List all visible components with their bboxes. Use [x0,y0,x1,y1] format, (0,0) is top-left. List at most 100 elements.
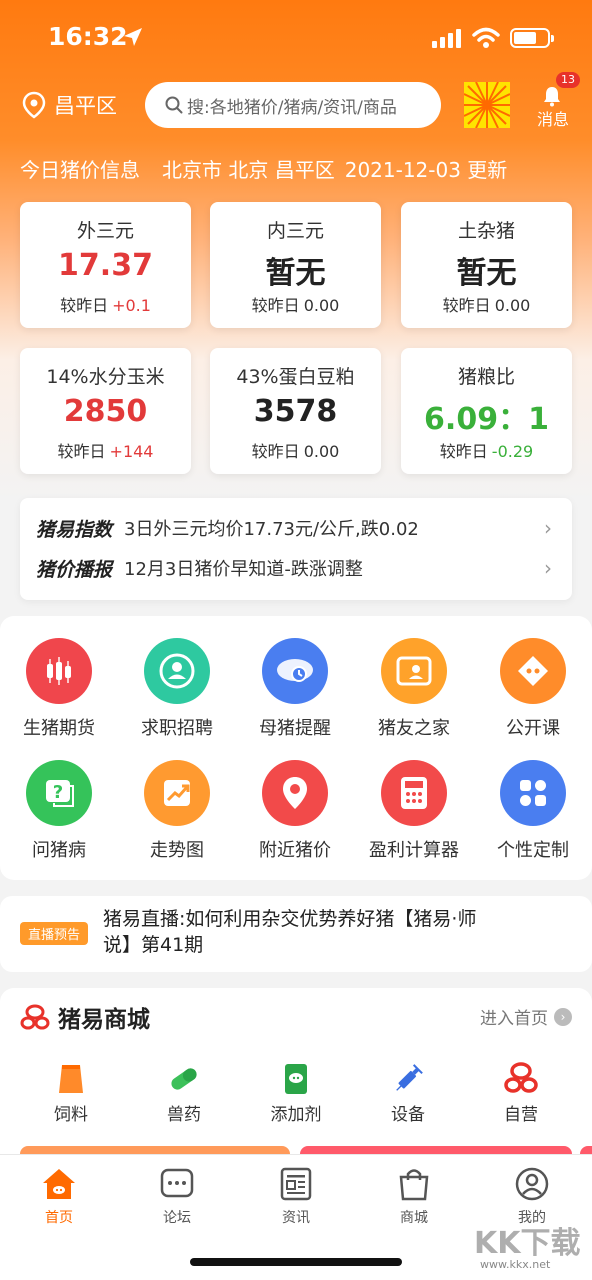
mall-item-label: 添加剂 [270,1105,322,1125]
search-input[interactable]: 搜:各地猪价/猪病/资讯/商品 [145,82,441,128]
status-time: 16:32 [48,22,128,51]
tab-mall[interactable]: 商城 [374,1165,454,1227]
grid-item-nearby-price[interactable]: 附近猪价 [236,760,354,862]
messages-label: 消息 [536,110,569,129]
mall-more-link[interactable]: 进入首页 › [480,1004,572,1029]
card-compare: 较昨日 +0.1 [20,292,191,316]
chevron-right-icon: › [544,516,552,540]
chevron-right-icon: › [544,556,552,580]
function-grid: 生猪期货 求职招聘 母猪提醒 猪友之家 公开课 ? 问猪病 走势图 附近猪价 盈… [0,616,592,880]
candlestick-icon [26,638,92,704]
apps-icon [500,760,566,826]
tab-home[interactable]: 首页 [19,1165,99,1227]
user-icon [492,1165,572,1203]
tab-label: 商城 [400,1210,428,1226]
mall-header: 猪易商城 [20,1000,150,1034]
mall-item-additive[interactable]: 添加剂 [246,1062,346,1125]
trend-icon [144,760,210,826]
compare-delta: 0.00 [303,296,340,315]
grid-item-sow-reminder[interactable]: 母猪提醒 [236,638,354,740]
price-info-line: 今日猪价信息 北京市 北京 昌平区 2021-12-03 更新 [20,154,507,183]
card-value: 暂无 [456,256,517,291]
grid-item-customize[interactable]: 个性定制 [474,760,592,862]
news-row-index[interactable]: 猪易指数 3日外三元均价17.73元/公斤,跌0.02 › [36,514,556,542]
live-preview-title: 猪易直播:如何利用杂交优势养好猪【猪易·师说】第41期 [103,908,477,956]
live-preview-badge: 直播预告 [20,922,89,945]
compare-label: 较昨日 [251,296,300,315]
news-row-broadcast[interactable]: 猪价播报 12月3日猪价早知道-跌涨调整 › [36,554,556,582]
tab-label: 论坛 [163,1210,191,1226]
grid-item-open-class[interactable]: 公开课 [474,638,592,740]
price-card-soybean-meal[interactable]: 43%蛋白豆粕 3578 较昨日 0.00 [210,348,381,474]
price-card-pig-grain-ratio[interactable]: 猪粮比 6.09：1 较昨日 -0.29 [401,348,572,474]
tab-forum[interactable]: 论坛 [137,1165,217,1227]
price-card-nei-san-yuan[interactable]: 内三元 暂无 较昨日 0.00 [210,202,381,328]
mall-item-equipment[interactable]: 设备 [358,1062,458,1125]
news-ticker: 猪易指数 3日外三元均价17.73元/公斤,跌0.02 › 猪价播报 12月3日… [20,498,572,600]
chevron-right-icon: › [554,1007,572,1026]
grid-item-label: 走势图 [150,840,204,861]
card-title: 内三元 [266,220,324,242]
mall-title: 猪易商城 [58,1007,150,1033]
tab-news[interactable]: 资讯 [256,1165,336,1227]
price-info-updated: 2021-12-03 更新 [344,158,508,182]
mall-item-label: 饲料 [54,1105,88,1125]
promo-sun-icon[interactable] [464,82,510,128]
compare-delta: -0.29 [491,442,534,461]
news-text: 12月3日猪价早知道-跌涨调整 [124,559,363,580]
grid-item-label: 求职招聘 [141,718,213,739]
compare-delta: 0.00 [303,442,340,461]
mall-section: 猪易商城 进入首页 › 饲料 兽药 添加剂 设备 自营 [0,988,592,1158]
price-info-region[interactable]: 北京市 北京 昌平区 [162,154,335,183]
grid-item-friends[interactable]: 猪友之家 [355,638,473,740]
question-icon: ? [26,760,92,826]
location-arrow-icon [124,28,142,46]
price-card-tu-za-zhu[interactable]: 土杂猪 暂无 较昨日 0.00 [401,202,572,328]
feed-bag-icon [21,1062,121,1096]
mall-item-label: 兽药 [167,1105,201,1125]
card-compare: 较昨日 0.00 [401,292,572,316]
price-card-wai-san-yuan[interactable]: 外三元 17.37 较昨日 +0.1 [20,202,191,328]
bell-icon [544,87,560,107]
card-title: 猪粮比 [457,366,515,388]
home-indicator[interactable] [190,1258,402,1266]
mall-item-self-operated[interactable]: 自营 [471,1062,571,1125]
card-value: 3578 [253,394,338,429]
chat-bubble-icon [500,638,566,704]
grid-item-trend-chart[interactable]: 走势图 [118,760,236,862]
grid-item-ask-disease[interactable]: ? 问猪病 [0,760,118,862]
news-tag: 猪易指数 [36,518,113,541]
news-text: 3日外三元均价17.73元/公斤,跌0.02 [124,519,419,540]
compare-label: 较昨日 [439,442,488,461]
card-compare: 较昨日 +144 [20,438,191,462]
top-bar: 昌平区 搜:各地猪价/猪病/资讯/商品 13 消息 [0,72,592,134]
logo-icon [471,1062,571,1096]
card-compare: 较昨日 0.00 [210,292,381,316]
message-count-badge: 13 [556,72,580,88]
compare-label: 较昨日 [60,296,109,315]
location-selector[interactable]: 昌平区 [22,90,117,120]
price-card-corn[interactable]: 14%水分玉米 2850 较昨日 +144 [20,348,191,474]
card-value: 暂无 [265,256,326,291]
grid-item-futures[interactable]: 生猪期货 [0,638,118,740]
compare-delta: 0.00 [494,296,531,315]
pill-icon [134,1062,234,1096]
mall-item-veterinary[interactable]: 兽药 [134,1062,234,1125]
mall-item-feed[interactable]: 饲料 [21,1062,121,1125]
mall-more-label: 进入首页 [480,1009,548,1029]
compare-label: 较昨日 [251,442,300,461]
grid-item-jobs[interactable]: 求职招聘 [118,638,236,740]
card-value: 2850 [63,394,148,429]
price-info-title: 今日猪价信息 [20,158,140,182]
home-icon [19,1165,99,1203]
search-icon [165,96,183,114]
grid-item-label: 问猪病 [32,840,86,861]
messages-button[interactable]: 13 消息 [528,72,580,134]
grid-item-profit-calculator[interactable]: 盈利计算器 [355,760,473,862]
svg-text:?: ? [53,782,63,803]
compare-label: 较昨日 [442,296,491,315]
sow-clock-icon [262,638,328,704]
live-preview-banner[interactable]: 直播预告 猪易直播:如何利用杂交优势养好猪【猪易·师说】第41期 [0,896,592,972]
card-value: 17.37 [58,248,153,283]
compare-delta: +144 [109,442,154,461]
